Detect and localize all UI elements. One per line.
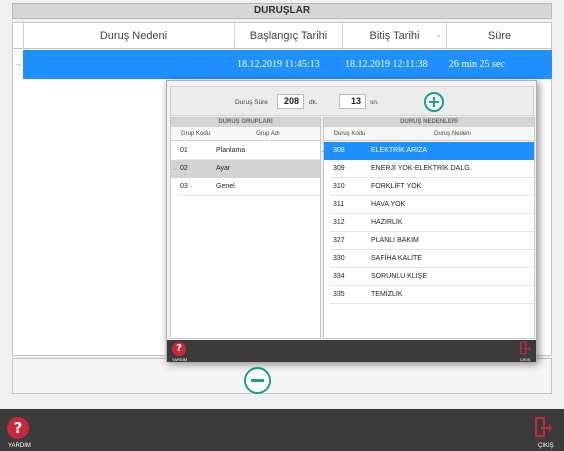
reason-code: 330	[333, 255, 345, 262]
reason-row[interactable]: 309 ENERJİ YOK-ELEKTRİK DALG.	[324, 160, 534, 178]
column-header-reason-code[interactable]: Duruş Kodu	[330, 127, 369, 141]
groups-panel-title: DURUŞ GRUPLARI	[171, 118, 320, 127]
reason-row[interactable]: 310 FORKLİFT YOK	[324, 178, 534, 196]
window-title: DURUŞLAR	[12, 3, 552, 19]
reason-row[interactable]: 335 TEMİZLİK	[324, 286, 534, 304]
column-header-end-date-label: Bitiş Tarihi	[369, 30, 420, 42]
reason-name: ELEKTRİK ARIZA	[371, 147, 428, 154]
column-header-reason-name[interactable]: Duruş Nedeni	[369, 127, 536, 141]
grid-header: Duruş Nedeni Başlangıç Tarihi Bitiş Tari…	[13, 23, 551, 49]
exit-door-icon[interactable]	[518, 341, 531, 355]
group-code: 03	[180, 183, 188, 190]
reason-code: 327	[333, 237, 345, 244]
exit-label: ÇIKIŞ	[538, 443, 554, 449]
group-name: Planlama	[216, 147, 246, 154]
row-divider	[177, 195, 320, 196]
reason-row[interactable]: 327 PLANLI BAKIM	[324, 232, 534, 250]
reason-name: ENERJİ YOK-ELEKTRİK DALG.	[371, 165, 472, 172]
dialog-help-button[interactable]: ?	[172, 342, 186, 356]
duration-bar: Duruş Süre 208 dk. 13 sn.	[170, 86, 534, 116]
dialog-exit-label: ÇIKIŞ	[520, 357, 531, 362]
reason-row[interactable]: 311 HAVA YOK	[324, 196, 534, 214]
reason-name: TEMİZLİK	[371, 291, 403, 298]
group-name: Ayar	[216, 165, 231, 172]
dialog-help-label: YARDIM	[172, 357, 188, 362]
add-reason-button[interactable]	[424, 92, 444, 112]
column-header-group-code[interactable]: Grup Kodu	[177, 127, 214, 141]
row-indicator-icon: →	[14, 61, 22, 68]
stoppage-groups-panel: DURUŞ GRUPLARI Grup Kodu Grup Adı 01 Pla…	[170, 117, 321, 339]
cell-duration: 26 min 25 sec	[449, 59, 505, 70]
reason-code: 311	[333, 201, 345, 208]
seconds-unit-label: sn.	[370, 99, 379, 106]
group-name: Genel	[216, 183, 235, 190]
reason-name: FORKLİFT YOK	[371, 183, 422, 190]
reason-code: 334	[333, 273, 345, 280]
reason-code: 310	[333, 183, 345, 190]
reason-row[interactable]: 312 HAZIRLIK	[324, 214, 534, 232]
reason-name: SAFİHA KALİTE	[371, 255, 422, 262]
reason-name: HAVA YOK	[371, 201, 406, 208]
sort-indicator-icon: ▿	[436, 34, 440, 40]
cell-end-date: 18.12.2019 12:11:38	[345, 59, 428, 70]
stoppage-reason-dialog: Duruş Süre 208 dk. 13 sn. DURUŞ GRUPLARI…	[166, 80, 537, 362]
column-header-duration[interactable]: Süre	[446, 23, 552, 49]
duration-seconds-field[interactable]: 13	[339, 94, 366, 109]
column-header-group-name[interactable]: Grup Adı	[214, 127, 322, 141]
group-code: 01	[180, 147, 188, 154]
duration-minutes-field[interactable]: 208	[277, 94, 304, 109]
dialog-footer-bar: ? YARDIM ÇIKIŞ	[167, 340, 536, 362]
group-row[interactable]: 03 Genel	[171, 178, 320, 196]
group-code: 02	[180, 165, 188, 172]
exit-door-icon[interactable]	[532, 416, 552, 438]
reason-code: 312	[333, 219, 345, 226]
table-row-selected[interactable]: 18.12.2019 11:45:13 18.12.2019 12:11:38 …	[23, 50, 552, 79]
reason-row-selected[interactable]: → 308 ELEKTRİK ARIZA	[320, 142, 534, 160]
help-label: YARDIM	[8, 443, 31, 449]
reason-name: SORUNLU KLİŞE	[371, 273, 428, 280]
question-mark-icon: ?	[13, 419, 23, 437]
group-row-selected[interactable]: → 02 Ayar	[171, 160, 320, 178]
reason-code: 335	[333, 291, 345, 298]
reason-code: 308	[333, 147, 345, 154]
row-indicator-icon: →	[320, 148, 325, 154]
help-button[interactable]: ?	[7, 417, 29, 439]
groups-table-header: Grup Kodu Grup Adı	[171, 127, 320, 141]
reason-name: PLANLI BAKIM	[371, 237, 419, 244]
bottom-panel	[12, 358, 552, 394]
reasons-panel-title: DURUŞ NEDENLERİ	[324, 118, 534, 127]
column-header-end-date[interactable]: Bitiş Tarihi ▿	[342, 23, 446, 49]
row-indicator-icon: →	[172, 166, 177, 172]
reason-code: 309	[333, 165, 345, 172]
reason-row[interactable]: 330 SAFİHA KALİTE	[324, 250, 534, 268]
minutes-unit-label: dk.	[309, 99, 318, 106]
group-row[interactable]: 01 Planlama	[171, 142, 320, 160]
column-header-start-date[interactable]: Başlangıç Tarihi	[234, 23, 342, 49]
reason-row[interactable]: 334 SORUNLU KLİŞE	[324, 268, 534, 286]
column-header-reason[interactable]: Duruş Nedeni	[23, 23, 243, 49]
remove-stoppage-button[interactable]	[244, 367, 271, 394]
cell-reason	[23, 50, 234, 79]
duration-label: Duruş Süre	[235, 99, 268, 106]
question-mark-icon: ?	[176, 343, 182, 354]
footer-bar: ? YARDIM ÇIKIŞ	[0, 409, 564, 451]
reason-name: HAZIRLIK	[371, 219, 403, 226]
stoppage-reasons-panel: DURUŞ NEDENLERİ Duruş Kodu Duruş Nedeni …	[320, 117, 535, 339]
row-divider	[330, 303, 534, 304]
reasons-table-header: Duruş Kodu Duruş Nedeni	[324, 127, 534, 141]
cell-start-date: 18.12.2019 11:45:13	[237, 59, 320, 70]
